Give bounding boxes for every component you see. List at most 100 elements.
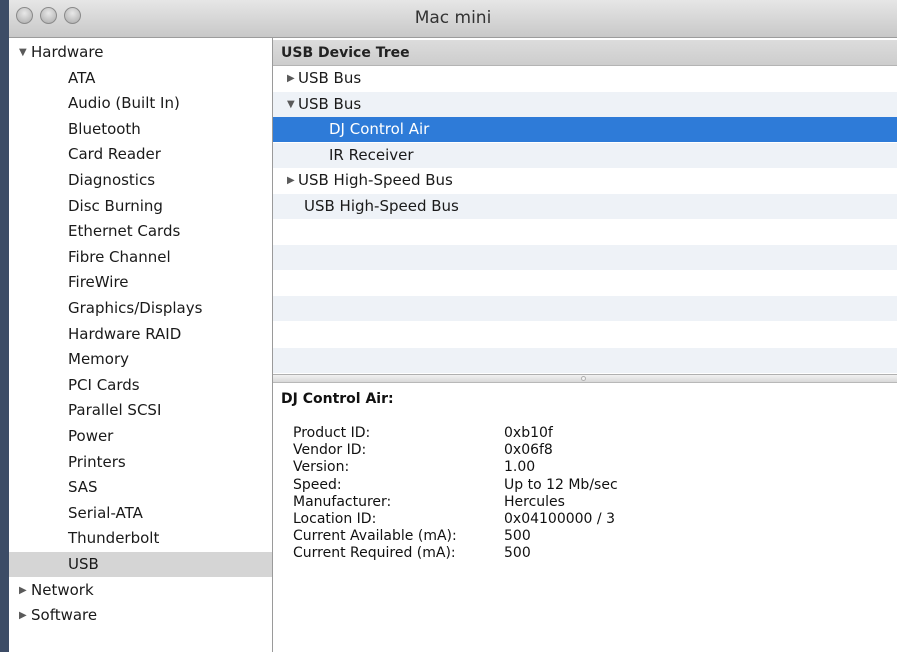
property-value: Hercules bbox=[504, 493, 565, 510]
property-key: Current Available (mA): bbox=[293, 528, 457, 545]
sidebar-category-software[interactable]: ▶ Software bbox=[9, 603, 272, 628]
desktop-edge bbox=[0, 0, 9, 652]
sidebar-item-bluetooth[interactable]: Bluetooth bbox=[9, 117, 272, 142]
property-row-vendor-id: Vendor ID: 0x06f8 bbox=[293, 442, 893, 459]
property-row-speed: Speed: Up to 12 Mb/sec bbox=[293, 477, 893, 494]
sidebar-item-ata[interactable]: ATA bbox=[9, 66, 272, 91]
sidebar-item-disc-burning[interactable]: Disc Burning bbox=[9, 194, 272, 219]
sidebar-item-label: SAS bbox=[68, 478, 98, 497]
sidebar-item-memory[interactable]: Memory bbox=[9, 347, 272, 372]
property-row-version: Version: 1.00 bbox=[293, 459, 893, 476]
sidebar-item-power[interactable]: Power bbox=[9, 424, 272, 449]
sidebar-category-label: Network bbox=[31, 580, 94, 599]
sidebar-item-label: Printers bbox=[68, 452, 126, 471]
property-row-current-required-ma: Current Required (mA): 500 bbox=[293, 545, 893, 562]
sidebar-category-label: Hardware bbox=[31, 43, 104, 61]
disclosure-triangle-icon[interactable]: ▶ bbox=[19, 603, 27, 628]
tree-row-label: USB Bus bbox=[298, 94, 362, 113]
sidebar-item-hardware-raid[interactable]: Hardware RAID bbox=[9, 322, 272, 347]
sidebar-item-label: Diagnostics bbox=[68, 171, 156, 189]
sidebar-item-pci-cards[interactable]: PCI Cards bbox=[9, 373, 272, 398]
window-title: Mac mini bbox=[414, 8, 492, 28]
tree-row-usb-high-speed-bus[interactable]: ▶ USB High-Speed Bus bbox=[273, 168, 897, 193]
property-value: 500 bbox=[504, 528, 531, 545]
disclosure-triangle-icon[interactable]: ▼ bbox=[287, 92, 295, 117]
property-value: 0x06f8 bbox=[504, 442, 553, 459]
sidebar-item-printers[interactable]: Printers bbox=[9, 450, 272, 475]
tree-column-header[interactable]: USB Device Tree bbox=[273, 40, 897, 66]
property-key: Version: bbox=[293, 459, 350, 476]
sidebar-category-label: Software bbox=[31, 606, 98, 625]
disclosure-triangle-icon[interactable]: ▶ bbox=[287, 168, 295, 193]
tree-row-label: USB High-Speed Bus bbox=[298, 171, 453, 190]
property-value: 0xb10f bbox=[504, 425, 553, 441]
sidebar-item-usb[interactable]: USB bbox=[9, 552, 272, 577]
property-row-current-available-ma: Current Available (mA): 500 bbox=[293, 528, 893, 545]
sidebar-item-sas[interactable]: SAS bbox=[9, 475, 272, 500]
tree-row-usb-bus[interactable]: ▶ USB Bus bbox=[273, 66, 897, 91]
property-key: Current Required (mA): bbox=[293, 545, 456, 562]
sidebar-item-label: Parallel SCSI bbox=[68, 401, 162, 420]
sidebar-item-thunderbolt[interactable]: Thunderbolt bbox=[9, 526, 272, 551]
sidebar-item-parallel-scsi[interactable]: Parallel SCSI bbox=[9, 398, 272, 423]
property-value: Up to 12 Mb/sec bbox=[504, 476, 618, 493]
sidebar-item-label: Serial-ATA bbox=[68, 503, 143, 522]
sidebar-item-label: Ethernet Cards bbox=[68, 222, 181, 241]
usb-device-tree: ▶ USB Bus ▼ USB Bus DJ Control Air IR Receive… bbox=[273, 66, 897, 374]
tree-row-label: USB Bus bbox=[298, 69, 362, 87]
row-stripe bbox=[273, 245, 897, 271]
device-detail-panel: DJ Control Air: Product ID: 0xb10f Vendor … bbox=[273, 383, 897, 652]
tree-row-label: IR Receiver bbox=[329, 145, 414, 164]
property-value: 1.00 bbox=[504, 459, 536, 476]
tree-row-dj-control-air[interactable]: DJ Control Air bbox=[273, 117, 897, 143]
detail-title: DJ Control Air: bbox=[281, 391, 394, 407]
row-stripe bbox=[273, 347, 897, 373]
sidebar-item-label: Audio (Built In) bbox=[68, 94, 180, 113]
sidebar-category-network[interactable]: ▶ Network bbox=[9, 578, 272, 603]
split-view-divider[interactable] bbox=[273, 374, 897, 383]
sidebar-item-label: Fibre Channel bbox=[68, 247, 171, 266]
tree-row-label: DJ Control Air bbox=[329, 120, 430, 139]
sidebar-item-serial-ata[interactable]: Serial-ATA bbox=[9, 501, 272, 526]
sidebar-item-fibre-channel[interactable]: Fibre Channel bbox=[9, 245, 272, 270]
disclosure-triangle-icon[interactable]: ▼ bbox=[19, 40, 27, 65]
sidebar-content-list: ▼ Hardware ATA Audio (Built In) Bluetooth Car… bbox=[9, 38, 273, 652]
property-key: Speed: bbox=[293, 476, 342, 493]
sidebar-item-label: PCI Cards bbox=[68, 375, 140, 394]
divider-grip-icon bbox=[581, 376, 586, 381]
sidebar-item-label: USB bbox=[68, 555, 99, 573]
title-bar[interactable]: Mac mini bbox=[9, 0, 897, 38]
sidebar-item-ethernet-cards[interactable]: Ethernet Cards bbox=[9, 219, 272, 244]
sidebar-item-label: Hardware RAID bbox=[68, 324, 182, 343]
sidebar-item-graphics-displays[interactable]: Graphics/Displays bbox=[9, 296, 272, 321]
tree-row-ir-receiver[interactable]: IR Receiver bbox=[273, 143, 897, 168]
property-row-product-id: Product ID: 0xb10f bbox=[293, 425, 893, 442]
tree-row-usb-high-speed-bus[interactable]: USB High-Speed Bus bbox=[273, 194, 897, 219]
sidebar-item-label: Power bbox=[68, 427, 114, 445]
sidebar-item-label: Disc Burning bbox=[68, 196, 163, 215]
sidebar-item-label: Bluetooth bbox=[68, 119, 141, 138]
property-row-location-id: Location ID: 0x04100000 / 3 bbox=[293, 511, 893, 528]
sidebar-item-label: Thunderbolt bbox=[68, 529, 160, 548]
property-key: Location ID: bbox=[293, 511, 377, 527]
sidebar-item-label: ATA bbox=[68, 68, 96, 87]
tree-row-label: USB High-Speed Bus bbox=[304, 197, 459, 215]
property-value: 0x04100000 / 3 bbox=[504, 511, 615, 527]
main-panel: USB Device Tree ▶ USB Bus ▼ USB Bus DJ Contr… bbox=[273, 38, 897, 652]
sidebar-item-audio-built-in[interactable]: Audio (Built In) bbox=[9, 91, 272, 116]
sidebar-item-label: Card Reader bbox=[68, 145, 161, 164]
system-information-window: Mac mini ▼ Hardware ATA Audio (Built In) Blu… bbox=[9, 0, 897, 652]
property-value: 500 bbox=[504, 545, 531, 562]
tree-row-usb-bus[interactable]: ▼ USB Bus bbox=[273, 92, 897, 117]
sidebar-category-hardware[interactable]: ▼ Hardware bbox=[9, 40, 272, 65]
row-stripe bbox=[273, 296, 897, 322]
property-row-manufacturer: Manufacturer: Hercules bbox=[293, 494, 893, 511]
disclosure-triangle-icon[interactable]: ▶ bbox=[19, 578, 27, 603]
property-key: Product ID: bbox=[293, 425, 371, 441]
property-key: Manufacturer: bbox=[293, 493, 392, 510]
disclosure-triangle-icon[interactable]: ▶ bbox=[287, 66, 295, 91]
sidebar-item-firewire[interactable]: FireWire bbox=[9, 270, 272, 295]
sidebar-item-card-reader[interactable]: Card Reader bbox=[9, 142, 272, 167]
property-key: Vendor ID: bbox=[293, 442, 367, 459]
sidebar-item-diagnostics[interactable]: Diagnostics bbox=[9, 168, 272, 193]
